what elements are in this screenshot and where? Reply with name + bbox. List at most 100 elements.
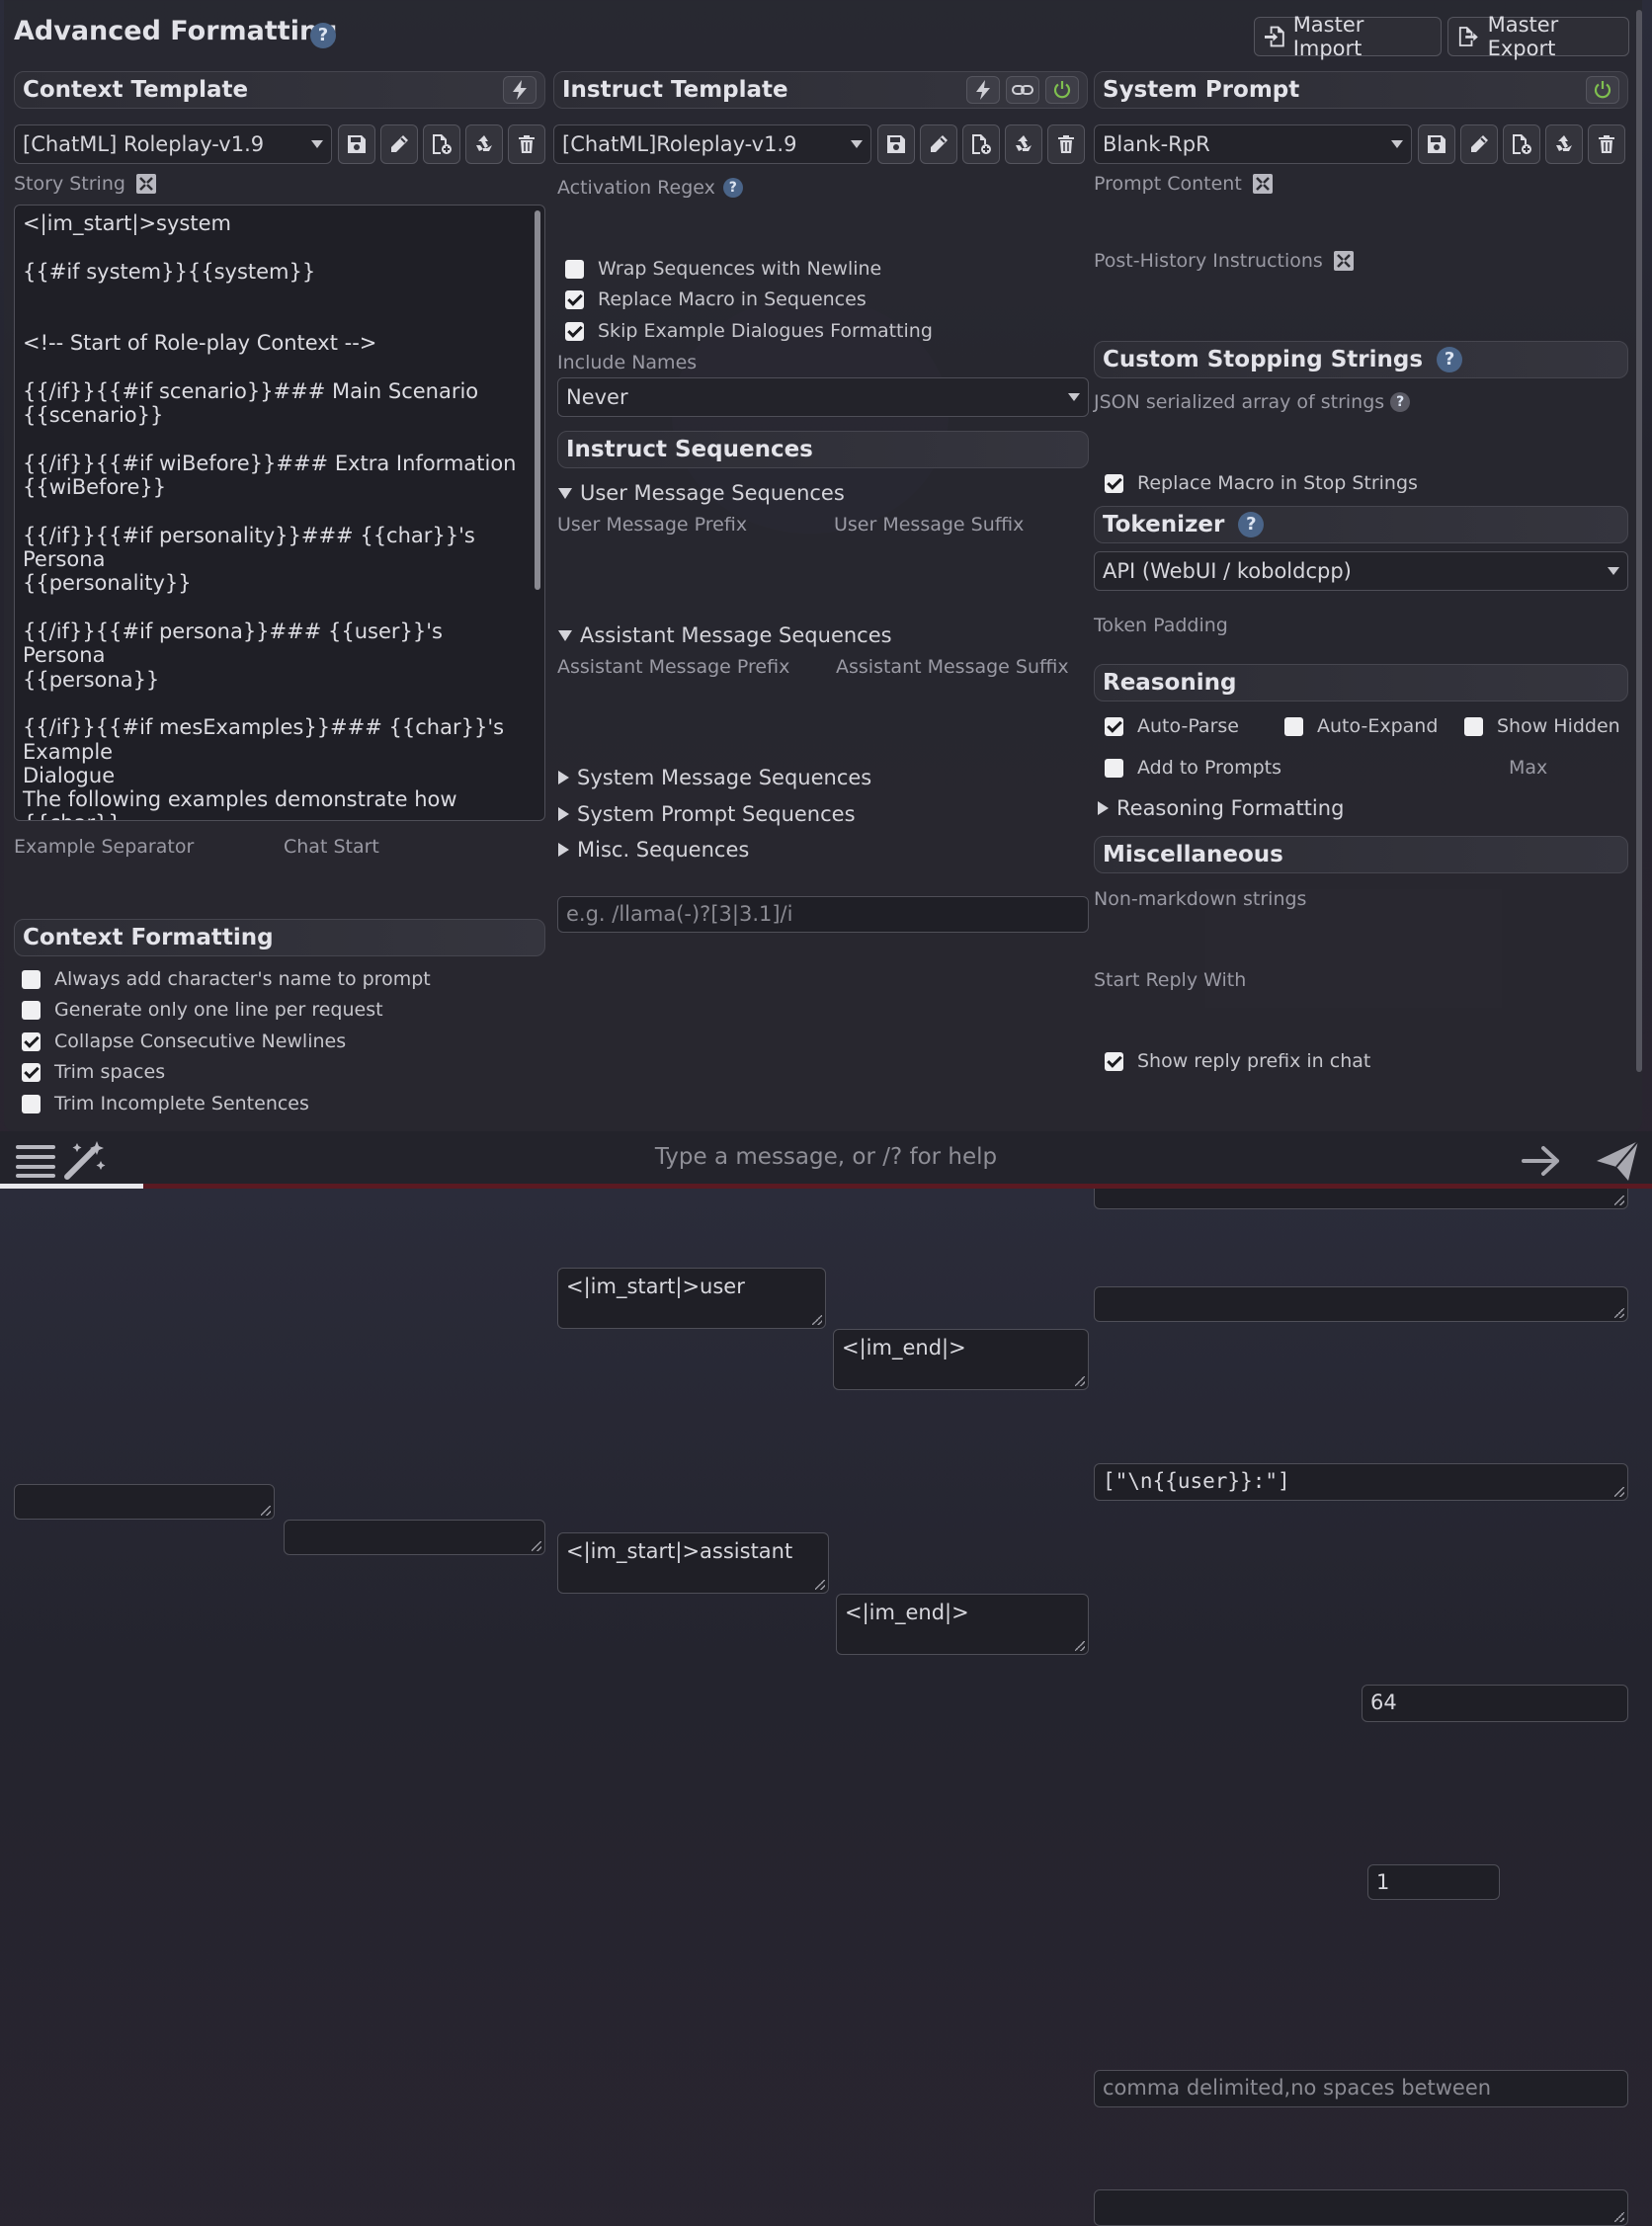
example-separator-field[interactable] [14,1484,275,1520]
checkbox[interactable] [1105,473,1123,493]
context-rename-button[interactable] [380,124,418,164]
checkbox[interactable] [22,1000,41,1020]
miscellaneous-title: Miscellaneous [1103,842,1283,867]
option-trim-spaces[interactable]: Trim spaces [22,1061,165,1083]
stopping-strings-title: Custom Stopping Strings [1103,347,1424,372]
checkbox[interactable] [1105,758,1123,778]
user-sequences-toggle[interactable]: User Message Sequences [558,481,845,505]
instruct-save-button[interactable] [877,124,915,164]
misc-sequences-toggle[interactable]: Misc. Sequences [558,838,749,862]
tokenizer-select[interactable]: API (WebUI / koboldcpp) [1094,551,1628,591]
token-padding-input[interactable]: 64 [1362,1685,1628,1722]
checkbox[interactable] [565,321,584,341]
instruct-restore-button[interactable] [1005,124,1042,164]
system-restore-button[interactable] [1545,124,1583,164]
context-formatting-title: Context Formatting [23,925,274,950]
instruct-link-button[interactable] [1006,76,1039,104]
checkbox[interactable] [1105,716,1123,736]
option-collapse-newlines[interactable]: Collapse Consecutive Newlines [22,1031,346,1052]
context-new-button[interactable] [423,124,460,164]
context-restore-button[interactable] [465,124,503,164]
master-import-button[interactable]: Master Import [1254,13,1442,60]
context-save-button[interactable] [338,124,375,164]
option-show-reply-prefix[interactable]: Show reply prefix in chat [1105,1050,1370,1072]
post-history-field[interactable] [1094,1286,1628,1322]
instruct-delete-button[interactable] [1047,124,1085,164]
story-string-textarea[interactable]: <|im_start|>system {{#if system}}{{syste… [14,205,545,821]
reasoning-max-input[interactable]: 1 [1367,1864,1500,1900]
panel-scrollbar[interactable] [1636,10,1642,1072]
arrow-right-icon[interactable] [1522,1145,1561,1177]
checkbox[interactable] [1105,1051,1123,1071]
option-auto-expand[interactable]: Auto-Expand [1284,715,1438,737]
assistant-prefix-field[interactable]: <|im_start|>assistant [557,1532,829,1594]
instruct-new-button[interactable] [962,124,1000,164]
stop-strings-field[interactable]: ["\n{{user}}:"] [1094,1463,1628,1501]
expand-icon[interactable] [1333,250,1355,272]
checkbox[interactable] [22,1062,41,1082]
reasoning-formatting-toggle[interactable]: Reasoning Formatting [1098,796,1344,820]
system-prompt-sequences-toggle[interactable]: System Prompt Sequences [558,802,856,826]
user-suffix-label: User Message Suffix [834,514,1025,536]
help-icon[interactable]: ? [310,23,336,48]
user-suffix-value: <|im_end|> [842,1336,966,1360]
system-new-button[interactable] [1503,124,1540,164]
chat-start-field[interactable] [284,1520,545,1555]
save-icon [348,135,366,153]
start-reply-field[interactable] [1094,2189,1628,2226]
system-delete-button[interactable] [1588,124,1625,164]
save-icon [887,135,905,153]
assistant-suffix-field[interactable]: <|im_end|> [836,1594,1089,1655]
story-scrollbar[interactable] [535,210,540,590]
expand-icon[interactable] [1252,173,1274,195]
help-icon[interactable]: ? [1238,512,1265,537]
context-delete-button[interactable] [508,124,545,164]
context-preset-select[interactable]: [ChatML] Roleplay-v1.9 [14,124,332,164]
system-save-button[interactable] [1418,124,1455,164]
checkbox[interactable] [1464,716,1483,736]
instruct-power-button[interactable] [1045,76,1079,104]
send-icon[interactable] [1595,1139,1640,1183]
save-icon [1428,135,1446,153]
option-one-line[interactable]: Generate only one line per request [22,999,383,1021]
assistant-sequences-toggle[interactable]: Assistant Message Sequences [558,623,892,647]
system-prompt-title: System Prompt [1103,77,1300,103]
system-message-sequences-toggle[interactable]: System Message Sequences [558,766,871,789]
user-prefix-field[interactable]: <|im_start|>user [557,1268,826,1329]
checkbox[interactable] [565,289,584,309]
master-export-button[interactable]: Master Export [1447,13,1629,60]
user-suffix-field[interactable]: <|im_end|> [833,1329,1089,1390]
activation-regex-input[interactable]: e.g. /llama(-)?[3|3.1]/i [557,896,1089,933]
chat-input[interactable]: Type a message, or /? for help [0,1144,1652,1170]
checkbox[interactable] [565,259,584,279]
option-label: Add to Prompts [1137,757,1281,779]
instruct-rename-button[interactable] [920,124,957,164]
instruct-bind-button[interactable] [966,76,1000,104]
option-replace-macro-seq[interactable]: Replace Macro in Sequences [565,289,867,310]
include-names-select[interactable]: Never [557,377,1089,417]
non-markdown-input[interactable]: comma delimited,no spaces between [1094,2070,1628,2107]
checkbox[interactable] [22,1031,41,1051]
instruct-preset-select[interactable]: [ChatML]Roleplay-v1.9 [553,124,871,164]
system-rename-button[interactable] [1460,124,1498,164]
option-add-to-prompts[interactable]: Add to Prompts [1105,757,1281,779]
system-preset-select[interactable]: Blank-RpR [1094,124,1412,164]
option-show-hidden[interactable]: Show Hidden [1464,715,1620,737]
option-replace-macro-stop[interactable]: Replace Macro in Stop Strings [1105,472,1418,494]
checkbox[interactable] [22,969,41,989]
help-icon[interactable]: ? [1390,392,1411,412]
option-skip-examples[interactable]: Skip Example Dialogues Formatting [565,320,933,342]
checkbox[interactable] [1284,716,1303,736]
system-power-button[interactable] [1586,76,1619,104]
context-bind-button[interactable] [503,76,537,104]
option-always-add-name[interactable]: Always add character's name to prompt [22,968,431,990]
help-icon[interactable]: ? [722,178,743,198]
option-trim-incomplete[interactable]: Trim Incomplete Sentences [22,1093,309,1114]
expand-icon[interactable] [135,173,157,195]
checkbox[interactable] [22,1094,41,1113]
option-auto-parse[interactable]: Auto-Parse [1105,715,1239,737]
help-icon[interactable]: ? [1437,347,1463,372]
option-label: Trim spaces [54,1061,166,1083]
option-wrap-newline[interactable]: Wrap Sequences with Newline [565,258,881,280]
instruct-toolbar [877,124,1085,164]
